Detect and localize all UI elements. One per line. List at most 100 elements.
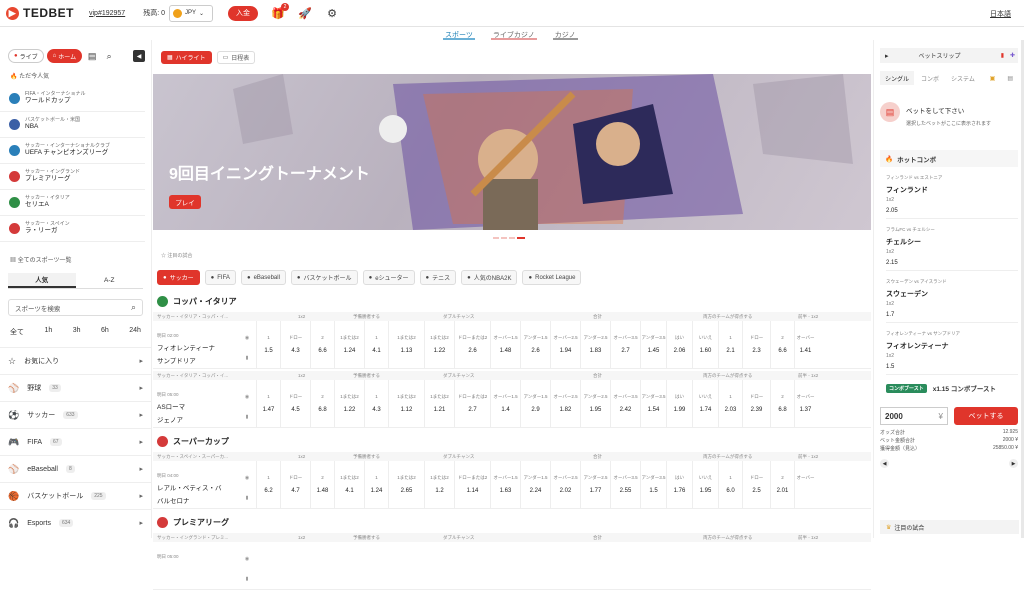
tab-system[interactable]: システム [946, 71, 980, 85]
combo-item[interactable]: フィオレンティーナ vs サンプドリア フィオレンティーナ 1x2 1.5 [886, 323, 1018, 375]
language-link[interactable]: 日本語 [990, 9, 1011, 19]
match-row[interactable]: 明日 02:00 フィオレンティーナ サンプドリア ◉ ▮ 1 1.5 ドロー 4.3 2 6.6 1… [153, 321, 871, 369]
combo-item[interactable]: フィンランド vs エストニア フィンランド 1x2 2.05 [886, 167, 1018, 219]
sport-tab[interactable]: ● Rocket League [522, 270, 582, 285]
place-bet-button[interactable]: ベットする [954, 407, 1018, 425]
tab-sports[interactable]: スポーツ [443, 28, 475, 40]
odds-button[interactable]: オーバー1.5 1.63 [490, 461, 520, 509]
odds-button[interactable]: オーバー 1.37 [794, 380, 816, 428]
sport-item[interactable]: 🎧 Esports 634 ▸ [0, 509, 151, 536]
banner-play-button[interactable]: プレイ [169, 195, 201, 209]
tab-single[interactable]: シングル [880, 71, 915, 85]
promo-banner[interactable]: 9回目イニングトーナメント プレイ [153, 74, 871, 230]
stats-icon[interactable]: ◉ [241, 475, 253, 481]
odds-button[interactable]: ドロー 4.7 [280, 461, 310, 509]
odds-button[interactable]: オーバー1.5 1.48 [490, 321, 520, 369]
add-icon[interactable]: ✚ [1010, 52, 1015, 59]
odds-button[interactable]: アンダー3.5 1.54 [640, 380, 666, 428]
odds-button[interactable]: ドローまたは2 1.14 [454, 461, 490, 509]
banner-dot[interactable] [493, 237, 499, 239]
odds-button[interactable]: 1 2.1 [718, 321, 742, 369]
league-header[interactable]: コッパ・イタリア [157, 294, 237, 308]
odds-button[interactable]: 1または2 1.22 [334, 380, 364, 428]
chart-icon[interactable]: ▮ [241, 495, 253, 501]
sport-tab[interactable]: ● バスケットボール [290, 270, 358, 285]
popular-league-item[interactable]: バスケットボール・米国 NBA [0, 112, 145, 138]
match-row[interactable]: 明日 05:00 ◉ ▮ [153, 542, 871, 590]
search-icon[interactable]: ⌕ [102, 49, 116, 63]
odds-button[interactable]: ドロー 2.5 [742, 461, 770, 509]
odds-button[interactable]: 1 1.24 [364, 461, 388, 509]
banner-dot[interactable] [501, 237, 507, 239]
sport-tab[interactable]: ● 人気のNBA2K [461, 270, 518, 285]
tab-combo[interactable]: コンボ [916, 71, 944, 85]
odds-button[interactable]: アンダー2.5 1.83 [580, 321, 610, 369]
odds-button[interactable]: アンダー2.5 1.77 [580, 461, 610, 509]
sport-tab[interactable]: ● eBaseball [240, 270, 286, 285]
odds-button[interactable]: ドロー 2.39 [742, 380, 770, 428]
odds-button[interactable]: ドロー 4.3 [280, 321, 310, 369]
popular-league-item[interactable]: サッカー・スペイン ラ・リーガ [0, 216, 145, 242]
collapse-sidebar-button[interactable]: ◀ [133, 50, 145, 62]
stats-icon[interactable]: ◉ [241, 394, 253, 400]
live-button[interactable]: ● ライブ [8, 49, 44, 63]
odds-button[interactable]: 1または2 1.24 [334, 321, 364, 369]
odds-button[interactable]: 2 2.01 [770, 461, 794, 509]
highlight-button[interactable]: ▦ ハイライト [161, 50, 212, 64]
odds-button[interactable]: アンダー1.5 2.9 [520, 380, 550, 428]
league-header[interactable]: プレミアリーグ [157, 515, 229, 529]
settings-button[interactable]: ⚙ [325, 6, 339, 20]
time-filter-option[interactable]: 3h [73, 327, 81, 337]
sport-item[interactable]: ⚾ eBaseball 8 ▸ [0, 455, 151, 482]
odds-button[interactable]: 1 6.2 [256, 461, 280, 509]
odds-button[interactable]: オーバー3.5 2.55 [610, 461, 640, 509]
brand-logo[interactable]: ▶ TEDBET [6, 6, 74, 20]
sport-tab[interactable]: ● FIFA [204, 270, 236, 285]
odds-button[interactable]: アンダー2.5 1.95 [580, 380, 610, 428]
featured-matches-header[interactable]: ♛ 注目の試合 [880, 520, 1019, 534]
sport-search-input[interactable]: スポーツを検索 ⌕ [8, 299, 143, 316]
odds-button[interactable]: 1または2 1.22 [424, 321, 454, 369]
gift-button[interactable]: 🎁 2 [271, 3, 289, 20]
odds-button[interactable]: オーバー2.5 1.94 [550, 321, 580, 369]
settings-icon[interactable]: ▣ [985, 71, 1001, 85]
match-row[interactable]: 明日 04:00 レアル・ベティス・バ バルセロナ ◉ ▮ 1 6.2 ドロー 4.7 2 1.48… [153, 461, 871, 509]
calendar-button[interactable]: ▭ 日程表 [216, 50, 256, 64]
sport-item[interactable]: 🏀 バスケットボール 225 ▸ [0, 482, 151, 509]
match-row[interactable]: 明日 05:00 ASローマ ジェノア ◉ ▮ 1 1.47 ドロー 4.5 2 6.8 1または2 1… [153, 380, 871, 428]
banner-dot-active[interactable] [517, 237, 525, 239]
odds-button[interactable]: オーバー3.5 2.42 [610, 380, 640, 428]
time-filter-option[interactable]: 全て [10, 327, 24, 337]
chart-icon[interactable]: ▮ [241, 414, 253, 420]
time-filter-option[interactable]: 1h [44, 327, 52, 337]
league-header[interactable]: スーパーカップ [157, 434, 229, 448]
odds-button[interactable]: 1または2 1.12 [388, 380, 424, 428]
stats-icon[interactable]: ◉ [241, 335, 253, 341]
tab-casino[interactable]: カジノ [552, 28, 578, 40]
currency-select[interactable]: JPY ⌄ [169, 4, 213, 22]
odds-button[interactable]: 2 6.8 [310, 380, 334, 428]
odds-button[interactable]: ドロー 2.3 [742, 321, 770, 369]
odds-button[interactable]: オーバー2.5 1.82 [550, 380, 580, 428]
tab-a-z[interactable]: A-Z [76, 273, 144, 288]
prev-icon[interactable]: ◀ [880, 459, 889, 468]
time-filter-option[interactable]: 6h [101, 327, 109, 337]
odds-button[interactable]: はい 1.76 [666, 461, 692, 509]
odds-button[interactable]: 1 4.1 [364, 321, 388, 369]
odds-button[interactable]: アンダー3.5 1.45 [640, 321, 666, 369]
odds-button[interactable]: 1または2 1.13 [388, 321, 424, 369]
banner-dot[interactable] [509, 237, 515, 239]
chart-icon[interactable]: ▮ [241, 355, 253, 361]
betslip-list-icon[interactable]: ▤ [85, 49, 99, 63]
odds-button[interactable]: アンダー1.5 2.24 [520, 461, 550, 509]
popular-league-item[interactable]: サッカー・イングランド プレミアリーグ [0, 164, 145, 190]
tab-live-casino[interactable]: ライブカジノ [490, 28, 537, 40]
expand-icon[interactable]: ▸ [885, 52, 889, 60]
odds-button[interactable]: 1または2 1.2 [424, 461, 454, 509]
odds-button[interactable]: 1 2.03 [718, 380, 742, 428]
sport-item[interactable]: 🎮 FIFA 67 ▸ [0, 428, 151, 455]
time-filter-option[interactable]: 24h [129, 327, 141, 337]
next-icon[interactable]: ▶ [1009, 459, 1018, 468]
combo-item[interactable]: スウェーデン vs アイスランド スウェーデン 1x2 1.7 [886, 271, 1018, 323]
odds-button[interactable]: オーバー 1.41 [794, 321, 816, 369]
